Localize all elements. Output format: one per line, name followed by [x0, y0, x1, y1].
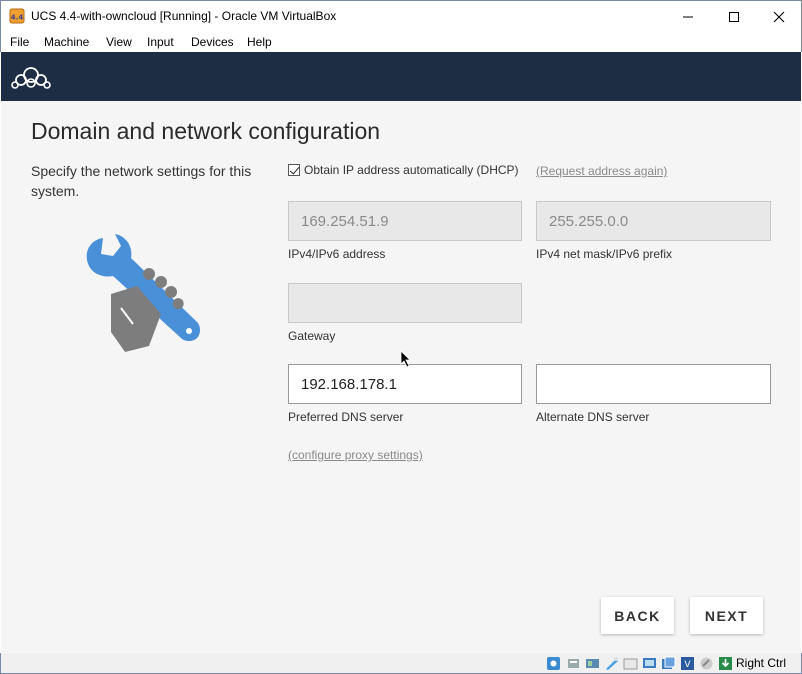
- page-description: Specify the network settings for this sy…: [31, 163, 252, 199]
- minimize-button[interactable]: [665, 1, 711, 32]
- window-title: UCS 4.4-with-owncloud [Running] - Oracle…: [31, 9, 337, 23]
- preferred-dns-label: Preferred DNS server: [288, 410, 404, 424]
- owncloud-cloud-icon: [11, 67, 51, 89]
- network-icon[interactable]: [604, 656, 619, 671]
- display-icon[interactable]: [661, 656, 676, 671]
- window-title-bar[interactable]: 4.4 UCS 4.4-with-owncloud [Running] - Or…: [0, 0, 802, 31]
- dhcp-label: Obtain IP address automatically (DHCP): [304, 163, 519, 177]
- alternate-dns-input[interactable]: [536, 364, 771, 404]
- preferred-dns-input[interactable]: [288, 364, 522, 404]
- gateway-input[interactable]: [288, 283, 522, 323]
- menu-file[interactable]: File: [10, 35, 29, 49]
- status-bar: V Right Ctrl: [0, 653, 802, 674]
- svg-text:4.4: 4.4: [11, 14, 24, 22]
- virtualbox-icon: 4.4: [9, 8, 25, 24]
- ip-address-label: IPv4/IPv6 address: [288, 247, 386, 261]
- page-title: Domain and network configuration: [31, 118, 381, 144]
- menu-devices[interactable]: Devices: [191, 35, 234, 49]
- mouse-integration-icon[interactable]: [718, 656, 733, 671]
- alternate-dns-label: Alternate DNS server: [536, 410, 650, 424]
- mouse-cursor-icon: [400, 350, 411, 368]
- configure-proxy-link[interactable]: (configure proxy settings): [288, 448, 423, 462]
- menu-machine[interactable]: Machine: [44, 35, 89, 49]
- menu-bar: File Machine View Input Devices Help: [0, 31, 802, 52]
- svg-text:V: V: [684, 660, 691, 670]
- host-key-label: Right Ctrl: [736, 656, 787, 670]
- vm-display[interactable]: Domain and network configuration Specify…: [1, 52, 801, 654]
- close-icon: [773, 11, 785, 22]
- netmask-input[interactable]: [536, 201, 771, 241]
- minimize-icon: [683, 16, 693, 17]
- menu-input[interactable]: Input: [147, 35, 174, 49]
- installer-header: [1, 52, 801, 101]
- request-address-again-link[interactable]: (Request address again): [536, 164, 667, 178]
- hard-disk-icon[interactable]: [546, 656, 561, 671]
- dhcp-checkbox[interactable]: [288, 164, 300, 176]
- ip-address-input[interactable]: [288, 201, 522, 241]
- maximize-icon: [729, 11, 739, 22]
- next-button[interactable]: NEXT: [690, 597, 763, 634]
- close-button[interactable]: [756, 1, 802, 32]
- audio-icon[interactable]: [585, 656, 600, 671]
- menu-help[interactable]: Help: [247, 35, 272, 49]
- maximize-button[interactable]: [711, 1, 757, 32]
- back-button[interactable]: BACK: [601, 597, 674, 634]
- dhcp-checkbox-row[interactable]: Obtain IP address automatically (DHCP): [288, 163, 519, 177]
- recording-icon[interactable]: V: [680, 656, 695, 671]
- optical-drive-icon[interactable]: [566, 656, 581, 671]
- wrench-hand-icon: [86, 234, 200, 352]
- gateway-label: Gateway: [288, 329, 336, 343]
- shared-folders-icon[interactable]: [642, 656, 657, 671]
- netmask-label: IPv4 net mask/IPv6 prefix: [536, 247, 673, 261]
- vt-x-icon[interactable]: [699, 656, 714, 671]
- usb-icon[interactable]: [623, 656, 638, 671]
- menu-view[interactable]: View: [106, 35, 132, 49]
